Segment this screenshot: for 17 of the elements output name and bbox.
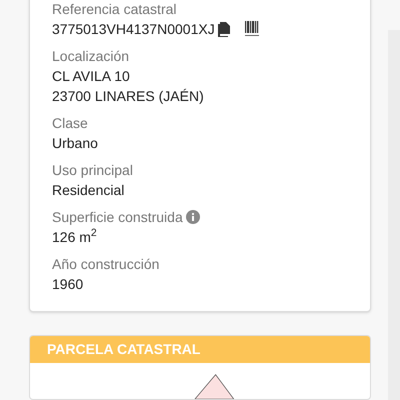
field-value: 126 m$^{2}$ xyxy=(52,226,97,246)
field-value: Residencial xyxy=(52,180,124,200)
card-title: PARCELA CATASTRAL xyxy=(47,340,200,359)
copy-icon[interactable] xyxy=(216,21,231,37)
barcode-icon[interactable] xyxy=(244,21,259,37)
field-label: Año construcción xyxy=(52,254,160,274)
field-value: 23700 LINARES (JAÉN) xyxy=(52,86,204,106)
field-label: Clase xyxy=(52,114,88,132)
field-label: Referencia catastral xyxy=(52,0,177,18)
info-icon[interactable] xyxy=(186,210,200,224)
field-value: Urbano xyxy=(52,134,98,152)
field-label: Localización xyxy=(52,46,130,66)
field-value: 3775013VH4137N0001XJ xyxy=(52,20,215,38)
field-value: CL AVILA 10 xyxy=(52,66,130,86)
field-value: 1960 xyxy=(52,274,84,294)
field-label: Uso principal xyxy=(52,160,133,180)
field-label: Superficie construida xyxy=(52,208,183,227)
